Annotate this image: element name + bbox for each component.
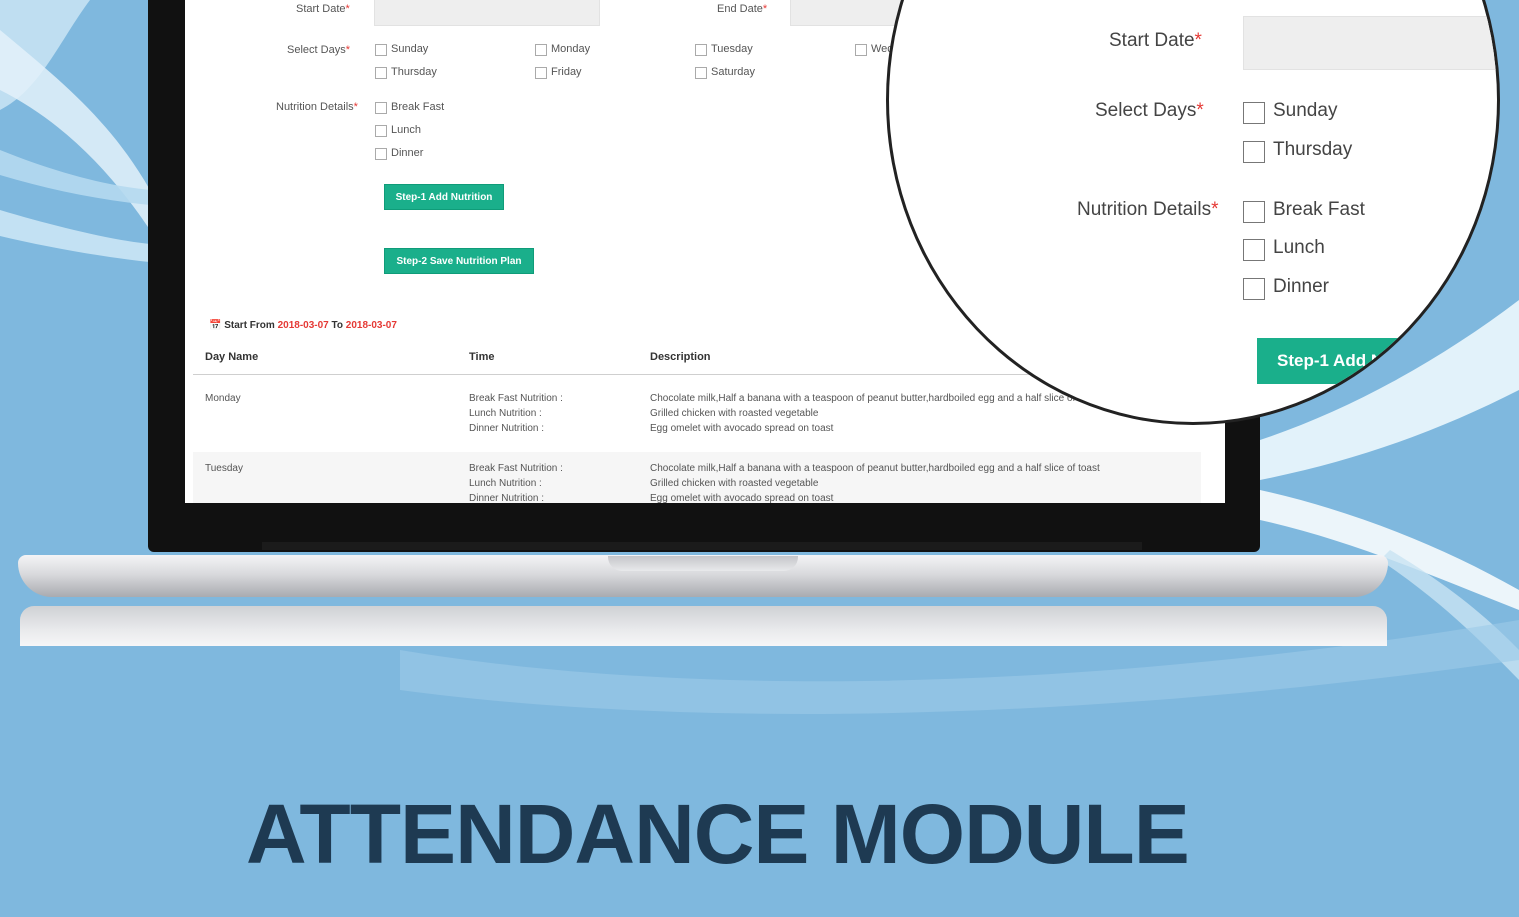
select-days-label: Select Days*	[287, 44, 350, 56]
page-title: ATTENDANCE MODULE	[246, 787, 1190, 881]
mag-meal-breakfast: Break Fast	[1273, 199, 1365, 220]
laptop-hinge	[262, 542, 1142, 550]
laptop-notch	[608, 556, 798, 571]
day-label-thursday: Thursday	[391, 66, 437, 78]
column-description: Description	[650, 351, 711, 363]
meal-label-dinner: Dinner	[391, 147, 424, 159]
checkbox-tuesday[interactable]	[695, 44, 707, 56]
row-descriptions-tuesday: Chocolate milk,Half a banana with a teas…	[650, 463, 1100, 503]
row-times-tuesday: Break Fast Nutrition : Lunch Nutrition :D…	[469, 463, 563, 503]
mag-select-days-label: Select Days*	[1095, 100, 1204, 121]
meal-label-breakfast: Break Fast	[391, 101, 445, 113]
mag-day-thursday: Thursday	[1273, 139, 1353, 160]
row-day-tuesday: Tuesday	[205, 463, 243, 474]
mag-checkbox-sunday[interactable]	[1243, 102, 1265, 124]
column-day-name: Day Name	[205, 351, 259, 363]
checkbox-monday[interactable]	[535, 44, 547, 56]
laptop-reflection	[20, 606, 1387, 646]
column-time: Time	[469, 351, 495, 363]
start-date-label: Start Date*	[296, 3, 350, 15]
mag-nutrition-details-label: Nutrition Details*	[1077, 199, 1219, 220]
day-label-friday: Friday	[551, 66, 582, 78]
checkbox-breakfast[interactable]	[375, 102, 387, 114]
plan-date-range: 📅 Start From 2018-03-07 To 2018-03-07	[209, 320, 397, 331]
meal-label-lunch: Lunch	[391, 124, 421, 136]
checkbox-friday[interactable]	[535, 67, 547, 79]
mag-start-date-input[interactable]	[1243, 16, 1497, 70]
mag-day-sunday: Sunday	[1273, 100, 1338, 121]
checkbox-thursday[interactable]	[375, 67, 387, 79]
mag-checkbox-breakfast[interactable]	[1243, 201, 1265, 223]
mag-start-date-label: Start Date*	[1109, 30, 1202, 51]
checkbox-lunch[interactable]	[375, 125, 387, 137]
mag-meal-lunch: Lunch	[1273, 237, 1325, 258]
calendar-icon: 📅	[209, 320, 222, 331]
day-label-sunday: Sunday	[391, 43, 429, 55]
mag-meal-dinner: Dinner	[1273, 276, 1329, 297]
mag-checkbox-lunch[interactable]	[1243, 239, 1265, 261]
start-date-input[interactable]	[374, 0, 600, 26]
checkbox-saturday[interactable]	[695, 67, 707, 79]
end-date-label: End Date*	[717, 3, 768, 15]
checkbox-sunday[interactable]	[375, 44, 387, 56]
end-date-input[interactable]	[790, 0, 912, 26]
row-times-monday: Break Fast Nutrition : Lunch Nutrition :D…	[469, 393, 563, 434]
checkbox-dinner[interactable]	[375, 148, 387, 160]
step1-add-nutrition-button[interactable]: Step-1 Add Nutrition	[384, 184, 504, 210]
checkbox-wednesday[interactable]	[855, 44, 867, 56]
nutrition-details-label: Nutrition Details*	[276, 101, 358, 113]
row-day-monday: Monday	[205, 393, 241, 404]
day-label-saturday: Saturday	[711, 66, 756, 78]
day-label-tuesday: Tuesday	[711, 43, 753, 55]
step2-save-nutrition-plan-button[interactable]: Step-2 Save Nutrition Plan	[384, 248, 534, 274]
row-descriptions-monday: Chocolate milk,Half a banana with a teas…	[650, 393, 1100, 434]
day-label-monday: Monday	[551, 43, 591, 55]
mag-checkbox-thursday[interactable]	[1243, 141, 1265, 163]
mag-checkbox-dinner[interactable]	[1243, 278, 1265, 300]
mag-step1-button[interactable]: Step-1 Add N	[1257, 338, 1497, 384]
